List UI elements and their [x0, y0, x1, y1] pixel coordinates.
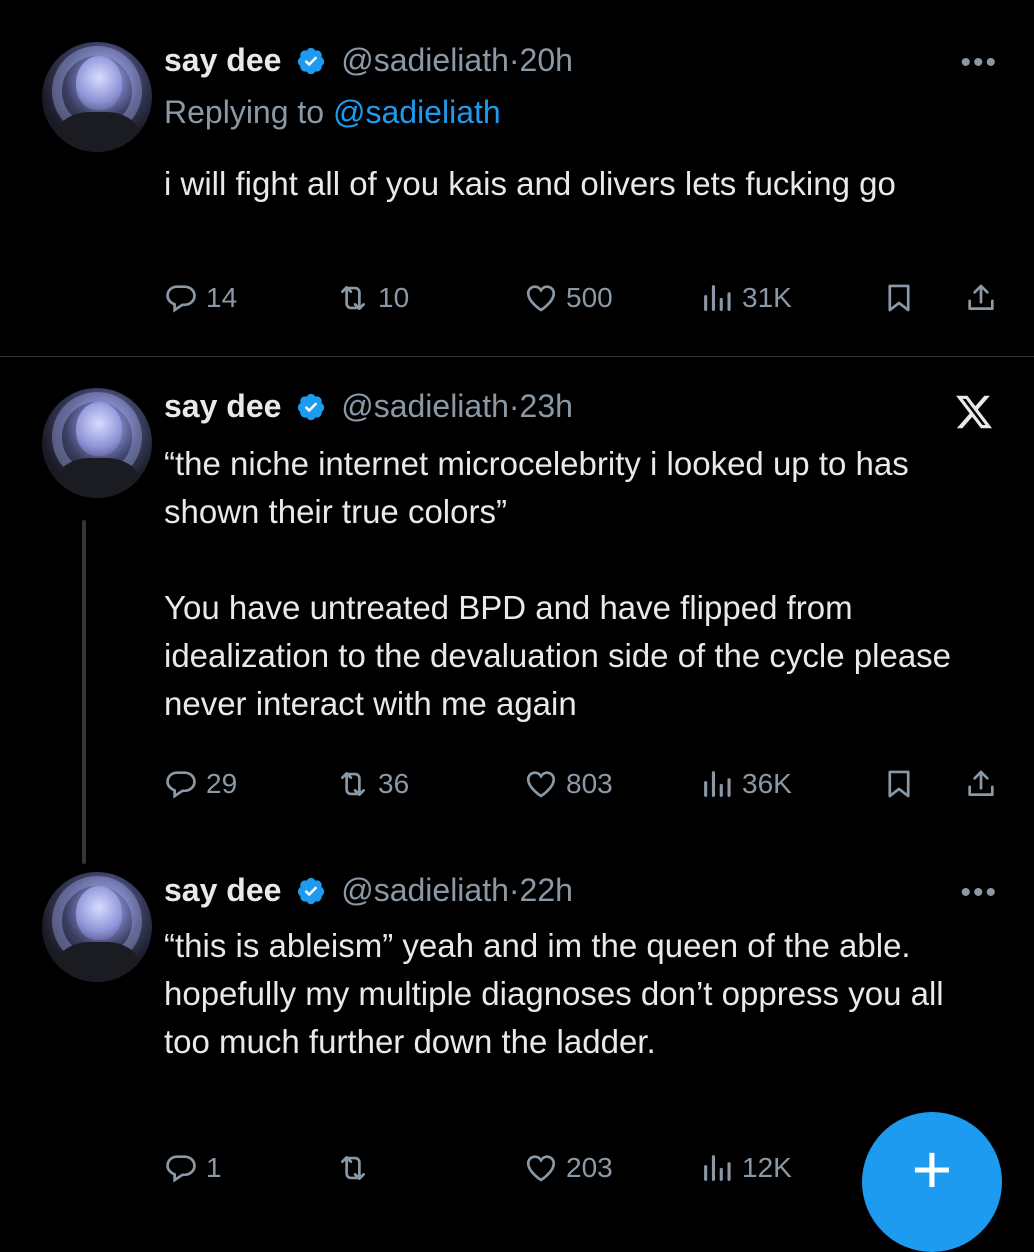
heart-icon	[526, 771, 556, 798]
reply-count: 29	[206, 768, 238, 799]
like-button[interactable]: 500	[524, 278, 613, 318]
views-chart-icon	[704, 771, 731, 797]
tweet-text: “this is ableism” yeah and im the queen …	[164, 927, 953, 1060]
repost-icon	[341, 286, 365, 310]
like-count: 203	[566, 1152, 613, 1183]
display-name[interactable]: say dee	[164, 42, 281, 78]
views-chart-icon	[704, 285, 731, 311]
view-count: 12K	[742, 1152, 792, 1183]
repost-button[interactable]	[336, 1148, 378, 1188]
more-dots-icon[interactable]: •••	[960, 876, 998, 910]
share-button[interactable]	[964, 764, 1006, 804]
repost-icon	[341, 1156, 365, 1180]
handle[interactable]: @sadieliath	[341, 388, 509, 424]
repost-icon	[341, 772, 365, 796]
reply-button[interactable]: 29	[164, 764, 237, 804]
repost-button[interactable]: 10	[336, 278, 409, 318]
reply-icon	[166, 285, 196, 313]
action-bar: 29 36 803 36K	[164, 764, 1004, 804]
views-chart-icon	[704, 1155, 731, 1181]
views-button[interactable]: 36K	[700, 764, 792, 804]
reply-count: 14	[206, 282, 238, 313]
share-button[interactable]	[964, 278, 1006, 318]
reply-icon	[166, 771, 196, 799]
like-count: 803	[566, 768, 613, 799]
bookmark-icon	[888, 284, 910, 312]
verified-badge-icon	[298, 393, 325, 421]
repost-count: 10	[378, 282, 410, 313]
x-logo-icon	[956, 395, 993, 429]
view-count: 36K	[742, 768, 792, 799]
handle[interactable]: @sadieliath	[341, 42, 509, 78]
avatar[interactable]	[42, 388, 152, 498]
verified-badge-icon	[298, 47, 325, 75]
tweet-text: “the niche internet microcelebrity i loo…	[164, 445, 952, 722]
tweet-header: say dee @sadieliath·23h	[164, 388, 573, 425]
timestamp[interactable]: ·22h	[509, 872, 573, 908]
action-bar: 14 10 500 31K	[164, 278, 1004, 318]
views-button[interactable]: 12K	[700, 1148, 792, 1188]
tweet-header: say dee @sadieliath·20h	[164, 42, 573, 79]
repost-count: 36	[378, 768, 410, 799]
avatar[interactable]	[42, 42, 152, 152]
reply-button[interactable]: 1	[164, 1148, 222, 1188]
replying-to-mention[interactable]: @sadieliath	[333, 94, 501, 130]
heart-icon	[526, 285, 556, 312]
tweet-divider	[0, 356, 1034, 357]
avatar[interactable]	[42, 872, 152, 982]
timestamp[interactable]: ·23h	[509, 388, 573, 424]
compose-post-button[interactable]: +	[862, 1112, 1002, 1252]
thread-connector-line	[82, 520, 86, 864]
compose-plus-icon: +	[911, 1130, 953, 1208]
view-count: 31K	[742, 282, 792, 313]
replying-to: Replying to @sadieliath	[164, 94, 501, 131]
timestamp[interactable]: ·20h	[509, 42, 573, 78]
display-name[interactable]: say dee	[164, 872, 281, 908]
share-icon	[968, 284, 994, 310]
like-count: 500	[566, 282, 613, 313]
like-button[interactable]: 803	[524, 764, 613, 804]
bookmark-button[interactable]	[882, 764, 924, 804]
bookmark-button[interactable]	[882, 278, 924, 318]
more-dots-icon[interactable]: •••	[960, 46, 998, 80]
heart-icon	[526, 1155, 556, 1182]
share-icon	[968, 770, 994, 796]
replying-to-label: Replying to	[164, 94, 333, 130]
reply-button[interactable]: 14	[164, 278, 237, 318]
views-button[interactable]: 31K	[700, 278, 792, 318]
reply-count: 1	[206, 1152, 222, 1183]
bookmark-icon	[888, 770, 910, 798]
tweet-text: i will fight all of you kais and olivers…	[164, 165, 896, 202]
handle[interactable]: @sadieliath	[341, 872, 509, 908]
display-name[interactable]: say dee	[164, 388, 281, 424]
verified-badge-icon	[298, 877, 325, 905]
like-button[interactable]: 203	[524, 1148, 613, 1188]
repost-button[interactable]: 36	[336, 764, 409, 804]
tweet-header: say dee @sadieliath·22h	[164, 872, 573, 909]
reply-icon	[166, 1155, 196, 1183]
